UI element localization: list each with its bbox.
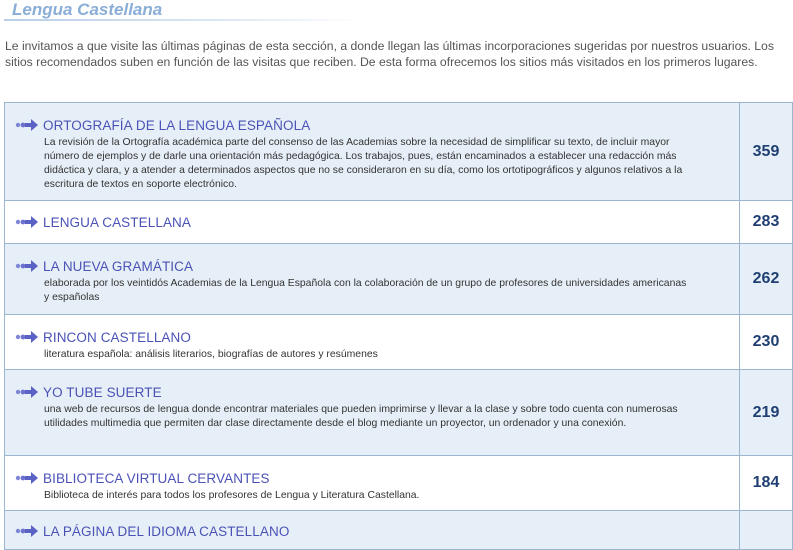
section-header: Lengua Castellana: [0, 0, 793, 24]
intro-text: Le invitamos a que visite las últimas pá…: [5, 39, 774, 69]
site-row: YO TUBE SUERTE una web de recursos de le…: [4, 369, 793, 456]
site-row-main: RINCON CASTELLANO literatura española: a…: [5, 315, 740, 369]
site-row-main: LA PÁGINA DEL IDIOMA CASTELLANO: [5, 511, 740, 549]
visit-count: 184: [752, 474, 780, 491]
site-description: La revisión de la Ortografía académica p…: [44, 137, 683, 190]
site-row-main: LENGUA CASTELLANA: [5, 201, 740, 243]
site-row-main: YO TUBE SUERTE una web de recursos de le…: [5, 370, 740, 455]
site-row: LA NUEVA GRAMÁTICA elaborada por los vei…: [4, 243, 793, 315]
site-row-main: LA NUEVA GRAMÁTICA elaborada por los vei…: [5, 244, 740, 314]
arrow-right-icon: [15, 386, 38, 398]
site-description: una web de recursos de lengua donde enco…: [44, 404, 678, 429]
site-row: BIBLIOTECA VIRTUAL CERVANTES Biblioteca …: [4, 455, 793, 511]
arrow-right-icon: [15, 331, 38, 343]
site-link[interactable]: LA PÁGINA DEL IDIOMA CASTELLANO: [43, 524, 289, 539]
header-divider: [4, 19, 364, 21]
site-row: LENGUA CASTELLANA 283: [4, 200, 793, 244]
sites-list: ORTOGRAFÍA DE LA LENGUA ESPAÑOLA La revi…: [4, 102, 793, 550]
site-link[interactable]: LA NUEVA GRAMÁTICA: [43, 259, 193, 274]
site-description: elaborada por los veintidós Academias de…: [44, 278, 687, 303]
site-row: RINCON CASTELLANO literatura española: a…: [4, 314, 793, 370]
visit-count: 283: [752, 213, 780, 230]
arrow-right-icon: [15, 119, 38, 131]
arrow-right-icon: [15, 216, 38, 228]
site-link[interactable]: BIBLIOTECA VIRTUAL CERVANTES: [43, 471, 270, 486]
site-row: LA PÁGINA DEL IDIOMA CASTELLANO: [4, 510, 793, 550]
arrow-right-icon: [15, 525, 38, 537]
site-row-main: ORTOGRAFÍA DE LA LENGUA ESPAÑOLA La revi…: [5, 103, 740, 200]
site-link[interactable]: YO TUBE SUERTE: [43, 385, 162, 400]
site-link[interactable]: LENGUA CASTELLANA: [43, 215, 191, 230]
site-row: ORTOGRAFÍA DE LA LENGUA ESPAÑOLA La revi…: [4, 102, 793, 201]
site-link[interactable]: ORTOGRAFÍA DE LA LENGUA ESPAÑOLA: [43, 118, 310, 133]
arrow-right-icon: [15, 260, 38, 272]
visit-count: 262: [752, 270, 780, 287]
visit-count: [740, 511, 792, 549]
site-description: literatura española: análisis literarios…: [44, 349, 378, 360]
site-description: Biblioteca de interés para todos los pro…: [44, 490, 420, 501]
visit-count: 230: [752, 333, 780, 350]
visit-count: 219: [752, 403, 780, 421]
site-row-main: BIBLIOTECA VIRTUAL CERVANTES Biblioteca …: [5, 456, 740, 510]
visit-count: 359: [752, 142, 780, 160]
arrow-right-icon: [15, 472, 38, 484]
page-title: Lengua Castellana: [12, 0, 163, 19]
site-link[interactable]: RINCON CASTELLANO: [43, 330, 191, 345]
